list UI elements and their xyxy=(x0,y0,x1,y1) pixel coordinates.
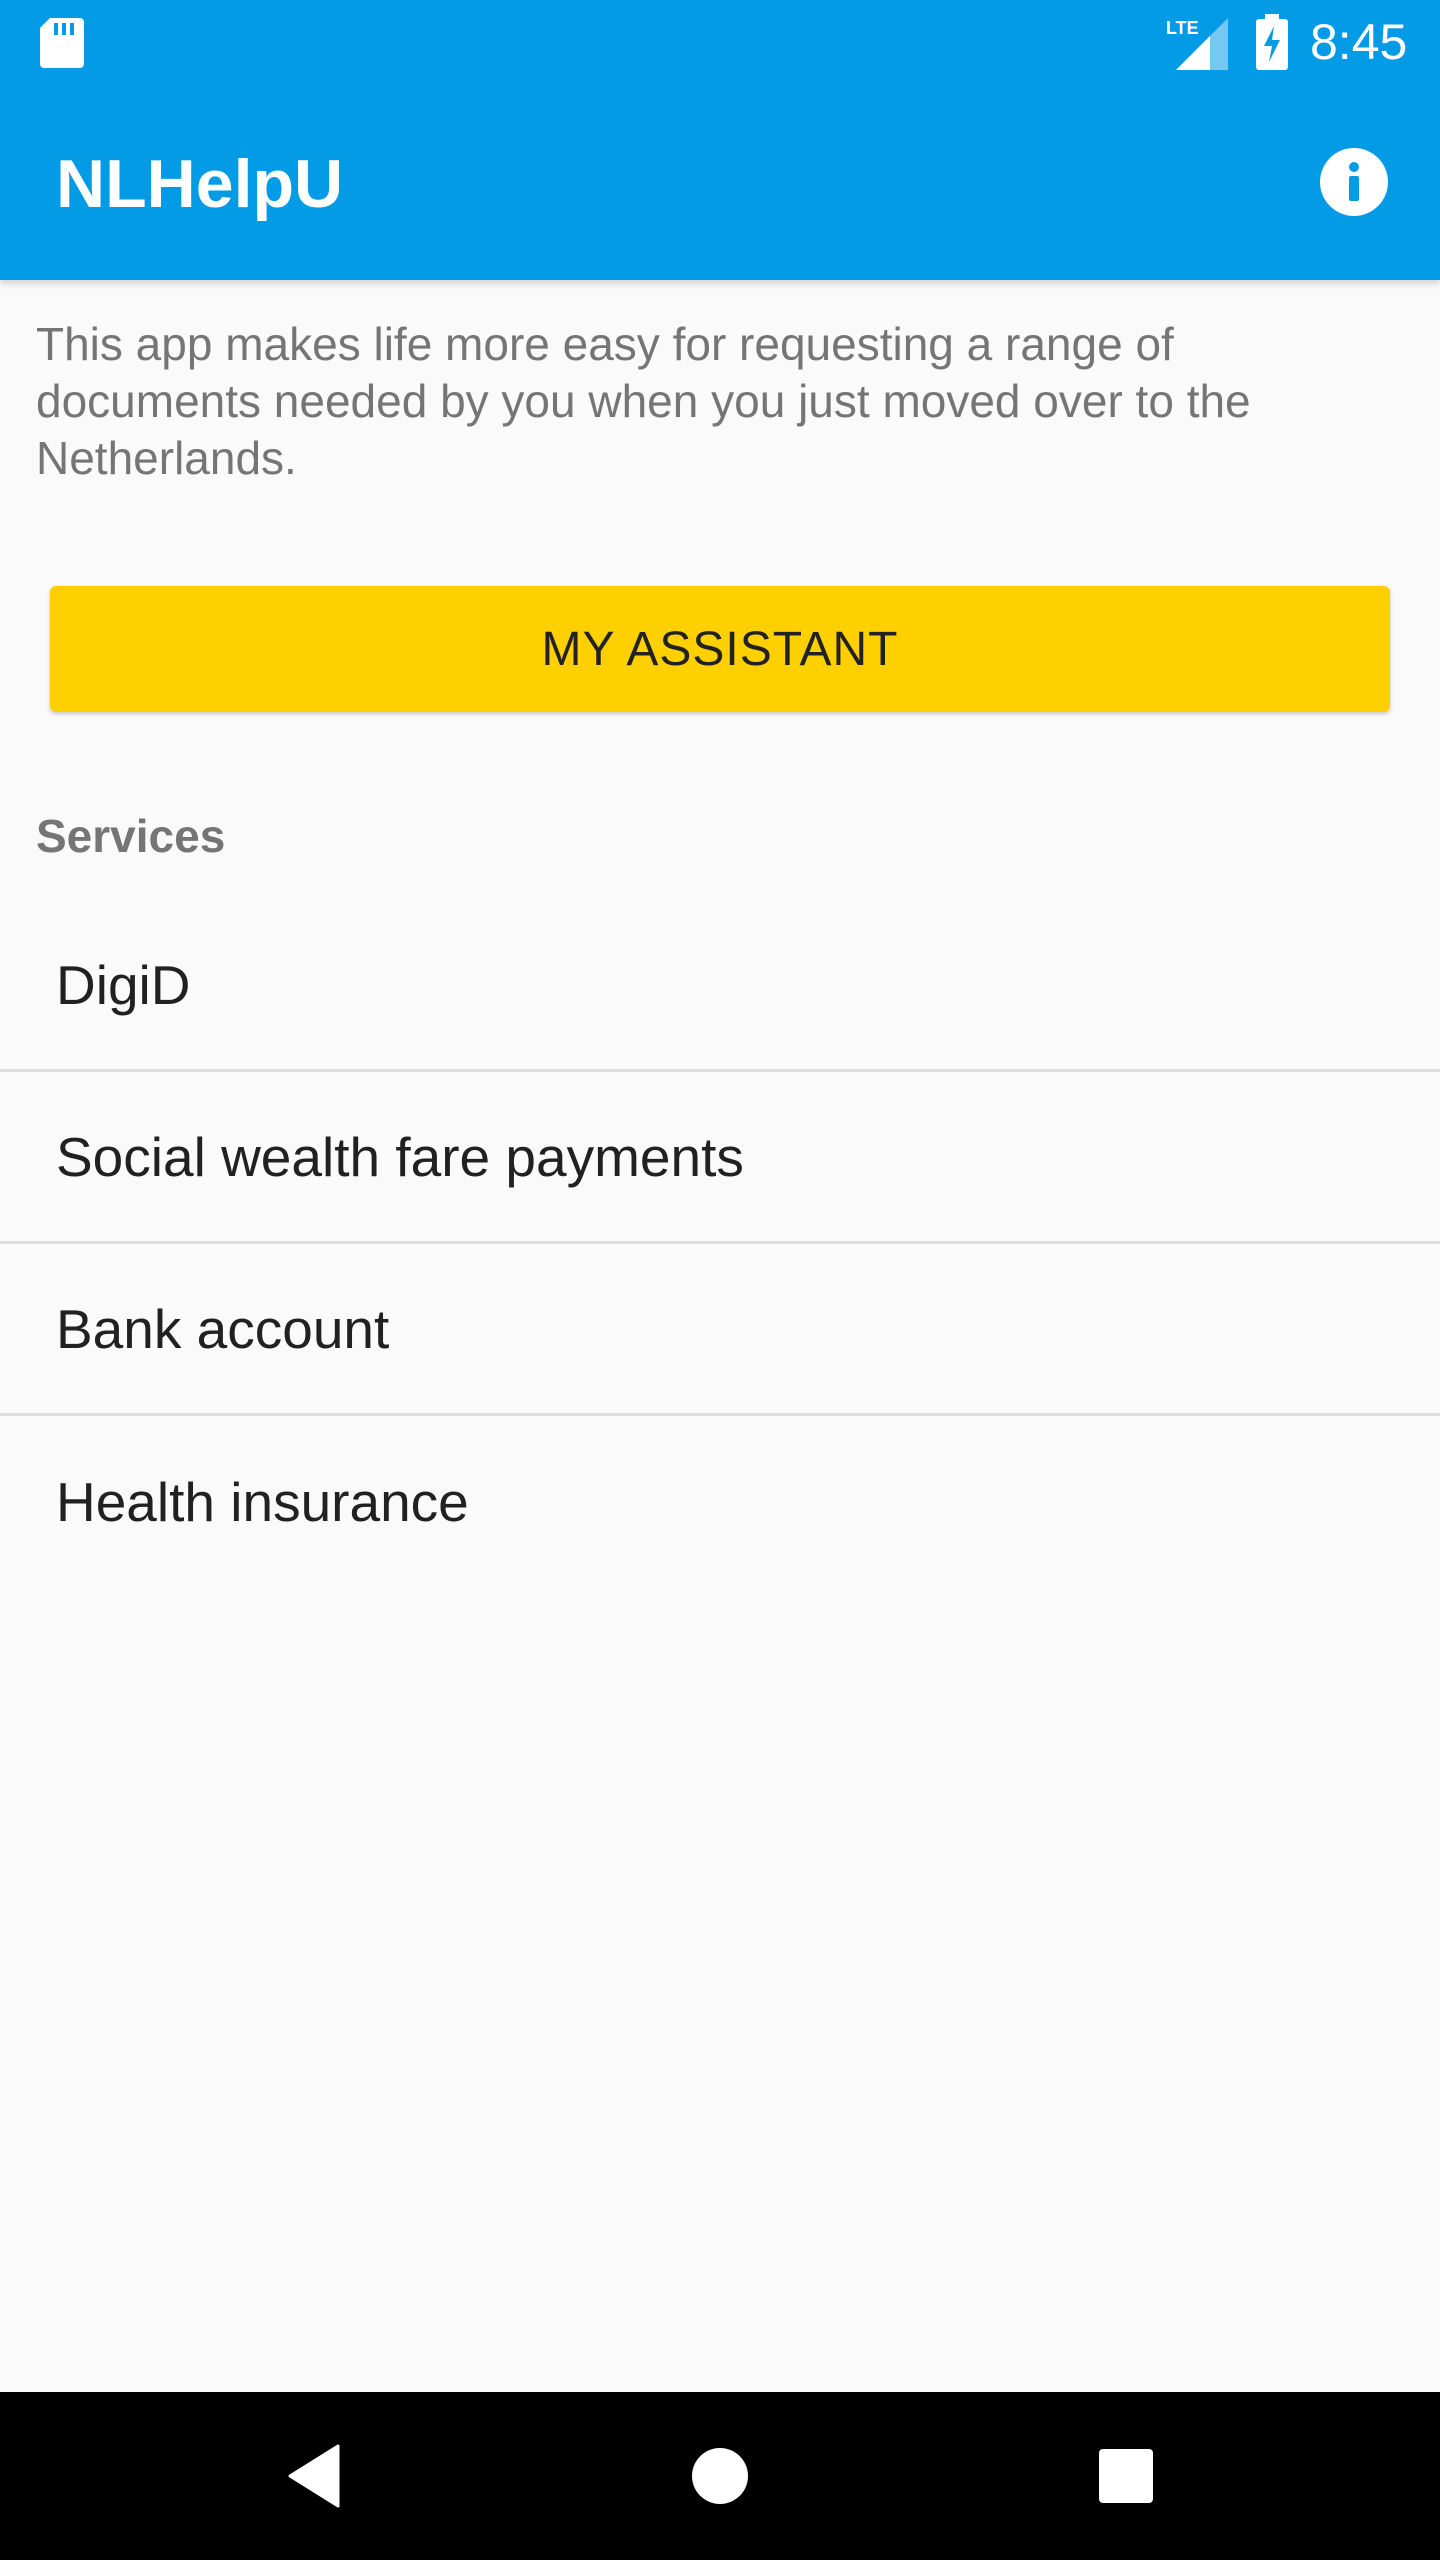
services-list: DigiD Social wealth fare payments Bank a… xyxy=(0,900,1440,1588)
service-item-social-welfare[interactable]: Social wealth fare payments xyxy=(0,1072,1440,1244)
back-icon[interactable] xyxy=(286,2444,342,2508)
service-item-health-insurance[interactable]: Health insurance xyxy=(0,1416,1440,1588)
info-icon[interactable] xyxy=(1314,142,1394,222)
status-bar: LTE 8:45 xyxy=(0,0,1440,84)
app-bar: NLHelpU xyxy=(0,84,1440,280)
home-icon[interactable] xyxy=(690,2446,750,2506)
sd-card-icon xyxy=(40,18,84,68)
lte-signal-icon: LTE xyxy=(1166,18,1228,70)
my-assistant-button[interactable]: MY ASSISTANT xyxy=(50,586,1390,712)
app-title: NLHelpU xyxy=(56,146,344,222)
recent-apps-icon[interactable] xyxy=(1098,2448,1154,2504)
service-item-digid[interactable]: DigiD xyxy=(0,900,1440,1072)
status-time: 8:45 xyxy=(1310,14,1408,70)
service-item-bank-account[interactable]: Bank account xyxy=(0,1244,1440,1416)
services-header: Services xyxy=(36,810,226,862)
navigation-bar xyxy=(0,2392,1440,2560)
battery-charging-icon xyxy=(1256,14,1288,70)
intro-text: This app makes life more easy for reques… xyxy=(36,318,1251,484)
network-type-label: LTE xyxy=(1166,18,1199,38)
app-screen: LTE 8:45 NLHelpU This app makes life mor… xyxy=(0,0,1440,2560)
